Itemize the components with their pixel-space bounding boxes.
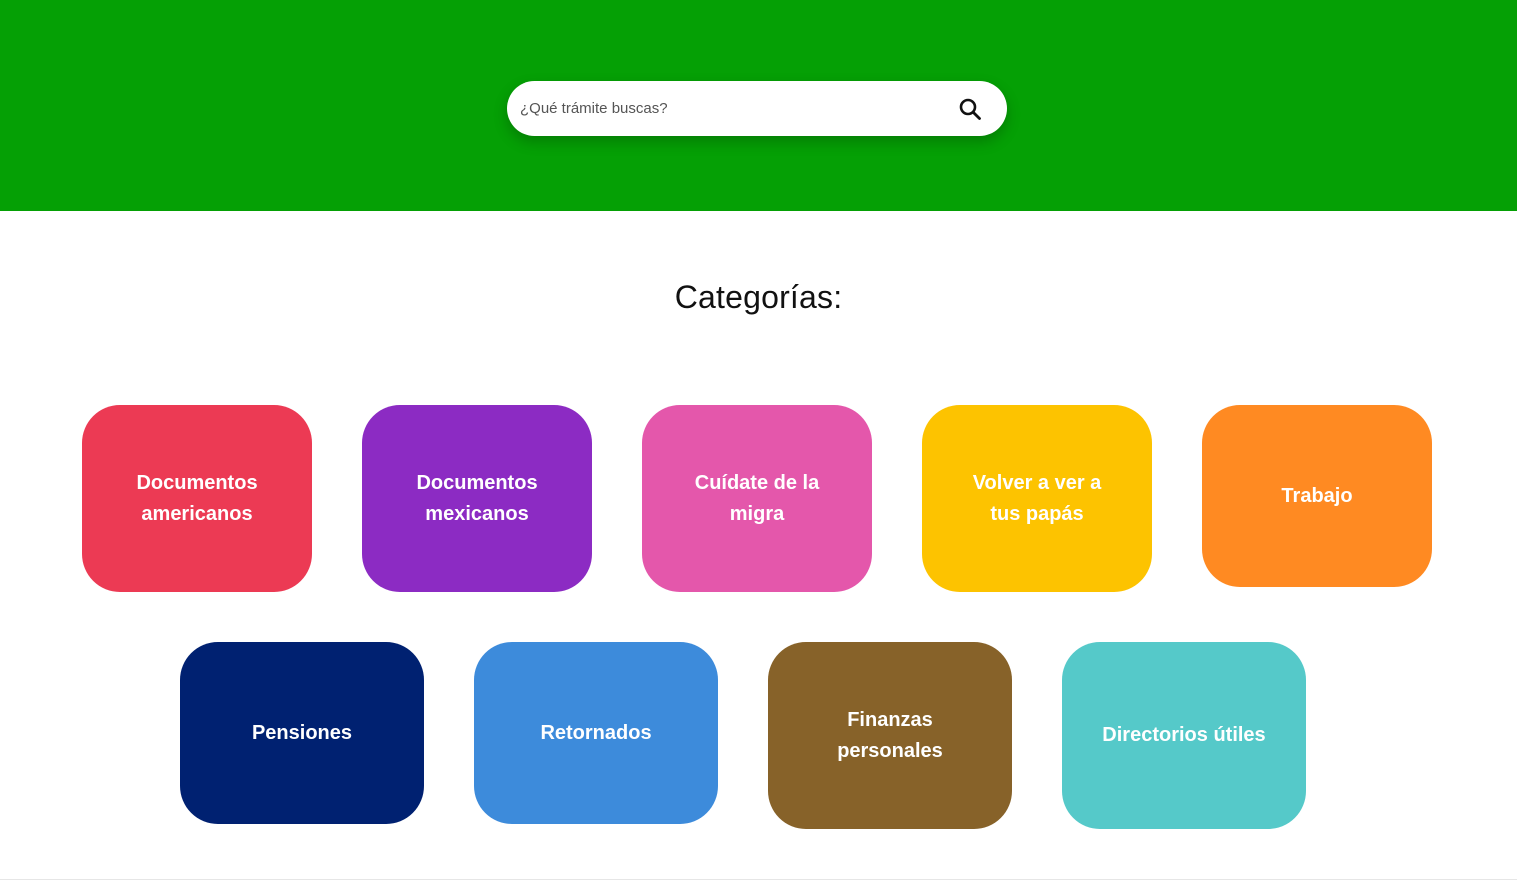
category-label: Finanzas personales xyxy=(837,708,943,762)
hero-banner xyxy=(0,0,1517,211)
search-input[interactable] xyxy=(520,81,940,136)
category-label: Documentos americanos xyxy=(136,471,258,525)
page-title: Categorías: xyxy=(674,279,843,315)
category-documentos-mexicanos[interactable]: Documentos mexicanos xyxy=(362,405,592,592)
search-icon xyxy=(959,98,981,120)
search-button[interactable] xyxy=(952,91,988,127)
category-pensiones[interactable]: Pensiones xyxy=(180,642,424,824)
category-finanzas-personales[interactable]: Finanzas personales xyxy=(768,642,1012,829)
category-volver-a-ver-a-tus-papas[interactable]: Volver a ver a tus papás xyxy=(922,405,1152,592)
search-bar xyxy=(507,81,1007,136)
category-label: Trabajo xyxy=(1281,484,1353,507)
category-cuidate-de-la-migra[interactable]: Cuídate de la migra xyxy=(642,405,872,592)
category-label: Retornados xyxy=(540,721,652,744)
category-documentos-americanos[interactable]: Documentos americanos xyxy=(82,405,312,592)
divider xyxy=(0,879,1517,880)
category-label: Directorios útiles xyxy=(1102,724,1266,746)
category-directorios-utiles[interactable]: Directorios útiles xyxy=(1062,642,1306,829)
category-label: Documentos mexicanos xyxy=(416,471,538,525)
category-label: Cuídate de la migra xyxy=(694,471,820,525)
category-label: Pensiones xyxy=(251,721,353,744)
category-label: Volver a ver a tus papás xyxy=(972,471,1102,525)
category-trabajo[interactable]: Trabajo xyxy=(1202,405,1432,587)
category-retornados[interactable]: Retornados xyxy=(474,642,718,824)
